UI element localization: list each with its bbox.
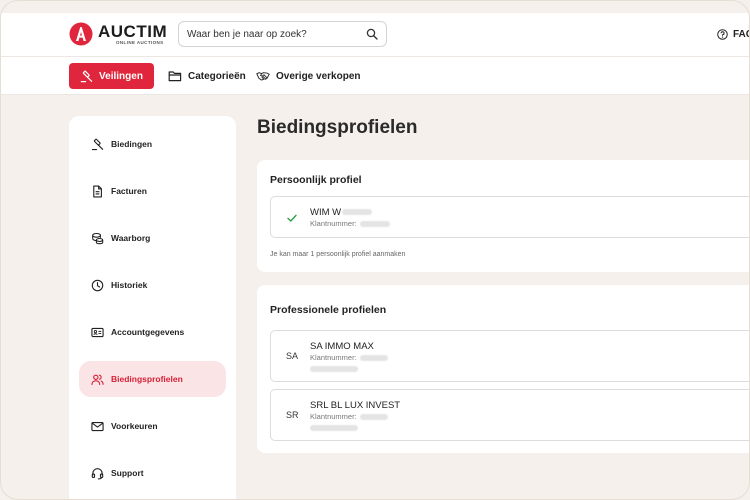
sidebar-item-label: Waarborg — [111, 233, 151, 243]
handshake-icon — [256, 72, 270, 81]
search-icon[interactable] — [366, 28, 378, 40]
account-sidebar: Biedingen Facturen Waarborg Historiek Ac… — [69, 116, 236, 499]
sidebar-item-support[interactable]: Support — [79, 455, 226, 491]
mail-icon — [91, 421, 104, 431]
profile-initials: SR — [286, 410, 299, 420]
personal-profile-note: Je kan maar 1 persoonlijk profiel aanmak… — [270, 251, 406, 258]
profile-name: WIM W — [310, 207, 373, 218]
client-number: Klantnummer: — [310, 412, 388, 421]
faq-link[interactable]: FAQ — [717, 29, 749, 40]
sidebar-item-label: Voorkeuren — [111, 421, 158, 431]
users-icon — [91, 374, 104, 385]
profile-name: SA IMMO MAX — [310, 341, 374, 352]
nav-overige-verkopen-label: Overige verkopen — [276, 70, 361, 82]
main-nav: Veilingen Categorieën Overige verkopen — [1, 57, 749, 95]
auctim-logo[interactable]: AUCTIM ONLINE AUCTIONS — [69, 22, 167, 46]
redacted-text — [359, 414, 388, 421]
app-frame: AUCTIM ONLINE AUCTIONS Waar ben je naar … — [0, 0, 750, 500]
personal-profile-item[interactable]: WIM W Klantnummer: — [270, 196, 749, 238]
nav-overige-verkopen-link[interactable]: Overige verkopen — [256, 69, 360, 83]
redacted-text — [310, 366, 358, 372]
invoice-icon — [93, 185, 102, 197]
faq-label: FAQ — [733, 29, 749, 40]
brand-name: AUCTIM — [98, 21, 168, 41]
professional-profiles-card: Professionele profielen SA SA IMMO MAX K… — [257, 285, 749, 453]
gavel-icon — [91, 138, 104, 150]
headset-icon — [91, 467, 104, 479]
search-input[interactable]: Waar ben je naar op zoek? — [178, 21, 387, 47]
personal-profile-card: Persoonlijk profiel WIM W Klantnummer: J… — [257, 160, 749, 272]
professional-profiles-heading: Professionele profielen — [270, 304, 387, 316]
sidebar-item-label: Biedingen — [111, 139, 153, 149]
nav-categorieen-link[interactable]: Categorieën — [168, 69, 246, 83]
professional-profile-item[interactable]: SR SRL BL LUX INVEST Klantnummer: — [270, 389, 749, 441]
sidebar-item-waarborg[interactable]: Waarborg — [79, 220, 226, 256]
sidebar-item-label: Facturen — [111, 186, 147, 196]
sidebar-item-label: Biedingsprofielen — [111, 374, 183, 384]
client-number: Klantnummer: — [310, 353, 388, 362]
coins-icon — [92, 232, 104, 244]
sidebar-item-historiek[interactable]: Historiek — [79, 267, 226, 303]
nav-veilingen-label: Veilingen — [99, 70, 143, 82]
client-number: Klantnummer: — [310, 219, 390, 228]
nav-veilingen-button[interactable]: Veilingen — [69, 63, 154, 89]
redacted-text — [359, 221, 390, 228]
sidebar-item-label: Historiek — [111, 280, 148, 290]
sidebar-item-label: Support — [111, 468, 144, 478]
folder-icon — [168, 71, 182, 82]
nav-categorieen-label: Categorieën — [188, 70, 246, 82]
personal-profile-heading: Persoonlijk profiel — [270, 174, 362, 186]
clock-icon — [91, 279, 104, 291]
sidebar-item-facturen[interactable]: Facturen — [79, 173, 226, 209]
profile-name: SRL BL LUX INVEST — [310, 400, 401, 411]
brand-tagline: ONLINE AUCTIONS — [116, 39, 164, 45]
sidebar-item-biedingsprofielen[interactable]: Biedingsprofielen — [79, 361, 226, 397]
professional-profile-item[interactable]: SA SA IMMO MAX Klantnummer: — [270, 330, 749, 382]
search-placeholder: Waar ben je naar op zoek? — [187, 28, 307, 40]
page-title: Biedingsprofielen — [257, 117, 418, 138]
redacted-text — [342, 209, 373, 216]
check-icon — [287, 214, 297, 222]
id-card-icon — [91, 327, 104, 337]
profile-initials: SA — [286, 351, 299, 361]
gavel-icon — [80, 70, 93, 82]
sidebar-item-accountgegevens[interactable]: Accountgegevens — [79, 314, 226, 350]
auctim-logo-mark — [69, 22, 93, 46]
redacted-text — [359, 355, 388, 362]
sidebar-item-voorkeuren[interactable]: Voorkeuren — [79, 408, 226, 444]
sidebar-item-label: Accountgegevens — [111, 327, 185, 337]
help-icon — [717, 29, 728, 40]
top-bar: AUCTIM ONLINE AUCTIONS Waar ben je naar … — [1, 13, 749, 57]
sidebar-item-biedingen[interactable]: Biedingen — [79, 126, 226, 162]
redacted-text — [310, 425, 358, 431]
